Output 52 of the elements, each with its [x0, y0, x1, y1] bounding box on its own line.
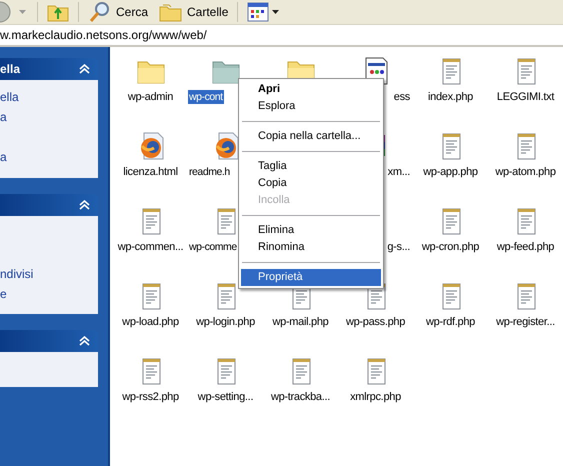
panel-header[interactable]: ella [0, 58, 98, 80]
file-name[interactable]: wp-commen... [116, 240, 184, 254]
file-name[interactable]: readme.h [188, 165, 231, 179]
file-name[interactable]: wp-register... [495, 315, 556, 329]
caret-icon [19, 10, 26, 14]
file-name[interactable]: wp-mail.php [271, 315, 330, 329]
file-name[interactable]: wp-pass.php [344, 315, 406, 329]
menu-item[interactable]: Apri [241, 81, 381, 98]
file-name[interactable]: xm... [386, 165, 411, 179]
file-name[interactable]: g-s... [386, 240, 411, 254]
folders-button[interactable]: Cartelle [155, 1, 232, 23]
menu-item[interactable]: Copia [241, 175, 381, 192]
file-name[interactable]: wp-app.php [422, 165, 479, 179]
menu-item[interactable]: Elimina [241, 222, 381, 239]
menu-item[interactable]: Proprietà [241, 269, 381, 286]
menu-item[interactable]: Taglia [241, 158, 381, 175]
views-icon [247, 2, 270, 22]
task-link[interactable]: ndivisi [0, 268, 98, 281]
file-name[interactable]: wp-feed.php [496, 240, 556, 254]
file-name[interactable]: wp-cron.php [420, 240, 480, 254]
collapse-icon[interactable] [79, 336, 90, 346]
file-name[interactable]: wp-login.php [195, 315, 256, 329]
collapse-icon[interactable] [79, 200, 90, 210]
file-name[interactable]: wp-trackba... [270, 390, 332, 404]
menu-item[interactable]: Copia nella cartella... [241, 128, 381, 145]
file-name[interactable]: xmlrpc.php [349, 390, 402, 404]
address-field[interactable]: w.markeclaudio.netsons.org/www/web/ [0, 28, 207, 42]
file-name[interactable]: ess [392, 90, 411, 104]
menu-item[interactable]: Esplora [241, 98, 381, 115]
folders-icon [159, 2, 184, 22]
file-name[interactable]: LEGGIMI.txt [496, 90, 556, 104]
task-link[interactable]: ella [0, 91, 98, 104]
menu-item[interactable]: Rinomina [241, 239, 381, 256]
task-link[interactable]: a [0, 111, 98, 124]
task-link[interactable]: a [0, 151, 98, 164]
search-icon [88, 1, 112, 23]
task-link[interactable]: e [0, 288, 98, 301]
file-name[interactable]: wp-setting... [196, 390, 254, 404]
file-name[interactable]: wp-atom.php [494, 165, 557, 179]
file-name[interactable]: index.php [426, 90, 474, 104]
panel-header[interactable] [0, 194, 98, 216]
file-name[interactable]: wp-comme [188, 240, 238, 254]
file-name[interactable]: wp-cont [188, 90, 224, 104]
file-name[interactable]: wp-load.php [121, 315, 180, 329]
file-name[interactable]: licenza.html [122, 165, 179, 179]
search-button[interactable]: Cerca [84, 1, 152, 23]
file-name[interactable]: wp-rss2.php [121, 390, 180, 404]
file-name[interactable]: wp-rdf.php [425, 315, 476, 329]
collapse-icon[interactable] [79, 64, 90, 74]
panel-header[interactable] [0, 330, 98, 352]
caret-icon [272, 10, 280, 14]
file-name[interactable]: wp-admin [126, 90, 174, 104]
